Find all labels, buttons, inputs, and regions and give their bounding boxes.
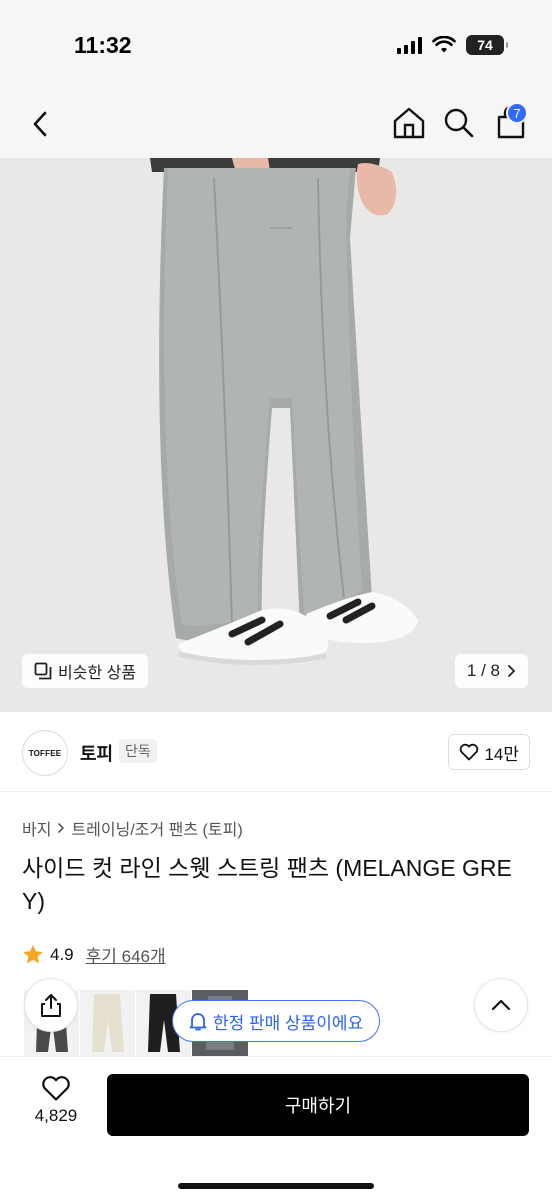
heart-icon [42,1076,70,1101]
rating-score: 4.9 [50,944,74,964]
rating-row: 4.9 후기 646개 [22,942,166,967]
wishlist-count: 4,829 [34,1106,78,1125]
limited-sale-notice[interactable]: 한정 판매 상품이에요 [172,1000,381,1042]
nav-bar: 7 [0,90,552,158]
chevron-right-icon [508,665,516,677]
home-button[interactable] [390,104,428,142]
chevron-up-icon [491,999,511,1011]
back-button[interactable] [22,106,58,142]
status-time: 11:32 [74,32,132,58]
status-bar: 11:32 74 [0,0,552,90]
brand-row: TOFFEE 토피 단독 14만 [0,712,552,792]
share-button[interactable] [24,978,78,1032]
brand-name[interactable]: 토피 [80,740,113,766]
battery-icon: 74 [466,35,508,55]
product-photo [0,158,552,712]
breadcrumb-category[interactable]: 바지 [22,816,51,840]
copy-icon [34,662,52,680]
exclusive-tag: 단독 [119,739,157,763]
product-image[interactable]: 비슷한 상품 1 / 8 [0,158,552,712]
heart-icon [460,743,479,761]
search-button[interactable] [440,104,478,142]
brand-like-count: 14만 [484,744,519,764]
thumb-image [92,994,124,1052]
similar-products-button[interactable]: 비슷한 상품 [22,654,149,688]
status-icons: 74 [397,35,508,55]
review-link[interactable]: 후기 646개 [86,942,166,967]
search-icon [444,108,474,138]
breadcrumb-subcategory[interactable]: 트레이닝/조거 팬츠 (토피) [71,816,242,840]
chevron-right-icon [58,823,65,833]
product-title: 사이드 컷 라인 스웻 스트링 팬츠 (MELANGE GREY) [22,855,512,914]
buy-button[interactable]: 구매하기 [107,1074,529,1136]
wishlist-button[interactable]: 4,829 [22,1075,90,1126]
breadcrumb: 바지 트레이닝/조거 팬츠 (토피) [22,816,243,840]
color-option-ivory[interactable] [80,990,136,1056]
bottom-purchase-bar: 4,829 구매하기 [0,1056,552,1200]
pager-text: 1 / 8 [466,661,500,680]
limited-sale-label: 한정 판매 상품이에요 [213,1013,364,1033]
brand-like-button[interactable]: 14만 [448,734,530,770]
scroll-to-top-button[interactable] [474,978,528,1032]
home-indicator [178,1183,374,1189]
cart-count-badge: 7 [506,102,528,124]
image-pager[interactable]: 1 / 8 [454,654,528,688]
share-icon [41,994,61,1017]
similar-products-label: 비슷한 상품 [58,665,137,682]
wifi-icon [432,36,456,53]
star-icon [23,945,43,964]
bell-icon [189,1013,207,1031]
chevron-left-icon [33,111,47,137]
cellular-signal-icon [397,36,422,54]
brand-logo[interactable]: TOFFEE [22,730,68,776]
home-icon [393,107,425,139]
